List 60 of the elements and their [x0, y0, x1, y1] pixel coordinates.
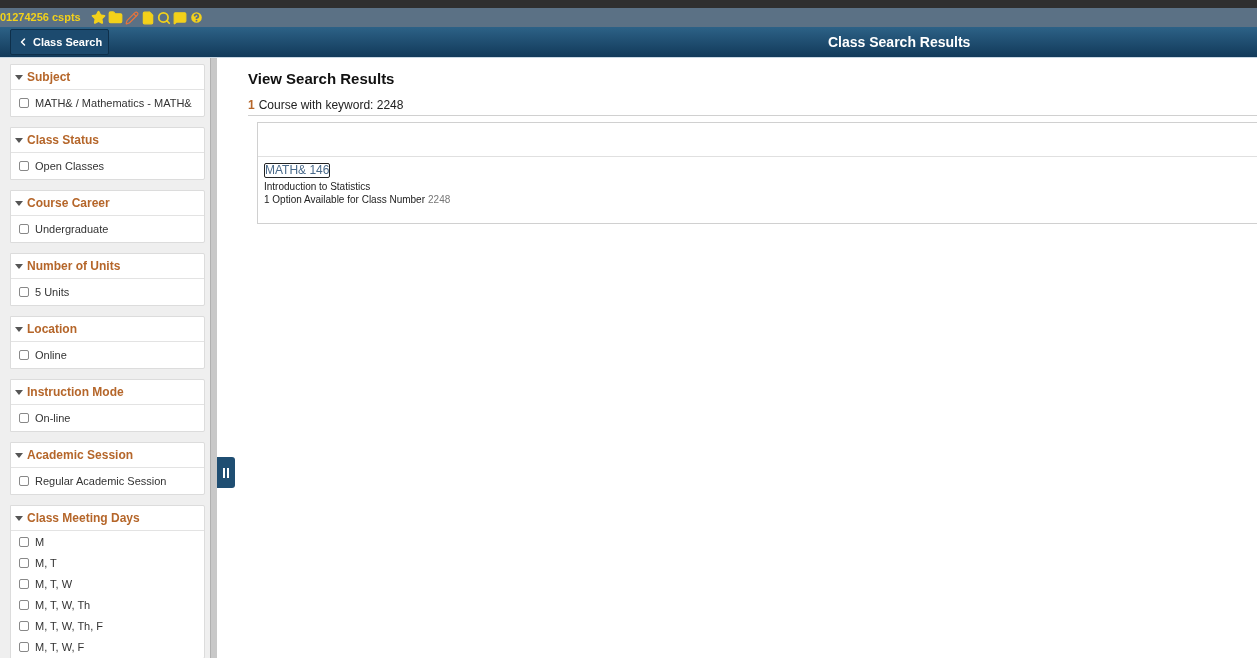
filter-heading[interactable]: Subject: [11, 65, 204, 90]
checkbox[interactable]: [19, 537, 29, 547]
caret-icon: [15, 389, 23, 395]
course-title: Introduction to Statistics: [264, 179, 371, 194]
search-icon[interactable]: [156, 10, 171, 25]
document-icon[interactable]: [140, 10, 155, 25]
filter-option[interactable]: 5 Units: [11, 285, 204, 299]
filter-option[interactable]: Online: [11, 348, 204, 362]
result-summary: Course with keyword: 2248: [258, 96, 404, 114]
caret-icon: [15, 137, 23, 143]
user-id: 01274256 cspts: [0, 12, 81, 23]
filter-heading[interactable]: Course Career: [11, 191, 204, 216]
filter-heading[interactable]: Class Meeting Days: [11, 506, 204, 531]
chat-icon[interactable]: [172, 10, 187, 25]
back-button[interactable]: Class Search: [10, 29, 110, 55]
pause-icon: [223, 467, 229, 478]
checkbox[interactable]: [19, 413, 29, 423]
filter-option[interactable]: Regular Academic Session: [11, 474, 204, 488]
checkbox[interactable]: [19, 476, 29, 486]
checkbox[interactable]: [19, 600, 29, 610]
star-icon[interactable]: [90, 10, 106, 25]
checkbox[interactable]: [19, 350, 29, 360]
course-link[interactable]: MATH& 146: [264, 162, 331, 178]
filter-heading[interactable]: Number of Units: [11, 254, 204, 279]
caret-icon: [15, 515, 23, 521]
filter-option[interactable]: MATH& / Mathematics - MATH&: [11, 96, 204, 110]
filter-option[interactable]: M: [11, 535, 204, 549]
filter-option[interactable]: M, T, W, F: [11, 640, 204, 654]
caret-icon: [15, 200, 23, 206]
filter-option[interactable]: Undergraduate: [11, 222, 204, 236]
help-icon[interactable]: [188, 10, 204, 25]
checkbox[interactable]: [19, 98, 29, 108]
result-count: 1: [248, 96, 255, 114]
checkbox[interactable]: [19, 621, 29, 631]
filter-heading[interactable]: Class Status: [11, 128, 204, 153]
class-number: 2248: [428, 193, 451, 205]
page-title: Class Search Results: [828, 32, 971, 52]
results-heading: View Search Results: [248, 69, 396, 89]
checkbox[interactable]: [19, 161, 29, 171]
filter-option[interactable]: Open Classes: [11, 159, 204, 173]
filter-option[interactable]: M, T: [11, 556, 204, 570]
checkbox[interactable]: [19, 642, 29, 652]
caret-icon: [15, 452, 23, 458]
filter-heading[interactable]: Location: [11, 317, 204, 342]
folder-icon[interactable]: [107, 10, 123, 25]
caret-icon: [15, 326, 23, 332]
filter-option[interactable]: M, T, W, Th: [11, 598, 204, 612]
checkbox[interactable]: [19, 579, 29, 589]
filter-option[interactable]: On-line: [11, 411, 204, 425]
collapse-button[interactable]: [217, 457, 235, 488]
filter-option[interactable]: M, T, W: [11, 577, 204, 591]
filter-heading[interactable]: Academic Session: [11, 443, 204, 468]
checkbox[interactable]: [19, 287, 29, 297]
checkbox[interactable]: [19, 224, 29, 234]
filter-option[interactable]: M, T, W, Th, F: [11, 619, 204, 633]
caret-icon: [15, 263, 23, 269]
caret-icon: [15, 74, 23, 80]
options-available: 1 Option Available for Class Number: [264, 193, 425, 205]
checkbox[interactable]: [19, 558, 29, 568]
filter-heading[interactable]: Instruction Mode: [11, 380, 204, 405]
